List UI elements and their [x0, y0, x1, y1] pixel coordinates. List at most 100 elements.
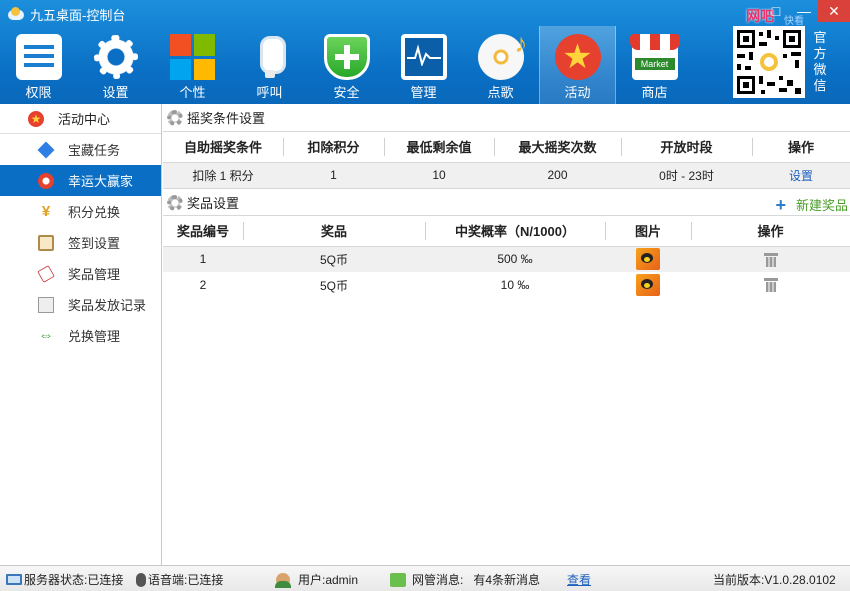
gear-icon: [167, 110, 183, 126]
sidebar-header-label: 活动中心: [58, 112, 111, 127]
voice-status: 语音端:已连接: [136, 571, 223, 588]
condition-cell: 扣除 1 积分: [163, 162, 283, 188]
qq-coin-image-icon: [636, 248, 660, 271]
column-header: 操作: [752, 132, 850, 163]
prize-probability-cell: 10 ‰: [500, 278, 530, 292]
toolbar-label: 管理: [410, 85, 437, 100]
user-status: 用户:admin: [275, 571, 359, 588]
close-button[interactable]: ✕: [818, 0, 850, 22]
column-header: 奖品编号: [163, 216, 243, 247]
message-icon: [390, 572, 406, 587]
sidebar-item-prize-management[interactable]: 奖品管理: [0, 258, 161, 289]
toolbar-label: 呼叫: [256, 85, 283, 100]
prizes-table: 奖品编号 奖品 中奖概率（N/1000） 图片 操作 1 5Q币 500 ‰ 2…: [163, 216, 850, 298]
sidebar-item-points-exchange[interactable]: ¥ 积分兑换: [0, 196, 161, 227]
sidebar-item-label: 宝藏任务: [68, 143, 121, 158]
prize-image-cell: [605, 246, 691, 272]
settings-link[interactable]: 设置: [789, 169, 813, 183]
admin-messages: 网管消息: 有4条新消息: [390, 571, 540, 588]
column-header: 开放时段: [621, 132, 752, 163]
music-disc-icon: [477, 28, 528, 80]
sidebar-item-prize-records[interactable]: 奖品发放记录: [0, 289, 161, 320]
user-icon: [275, 572, 291, 588]
voice-status-text: 语音端:已连接: [148, 573, 224, 587]
lucky-wheel-icon: [38, 173, 54, 189]
toolbar-personalize[interactable]: 个性: [154, 26, 231, 104]
tag-icon: [37, 265, 55, 283]
max-draws-cell: 200: [494, 162, 621, 188]
user-status-text: 用户:admin: [298, 573, 359, 587]
messages-label: 网管消息:: [412, 573, 464, 587]
window-title: 九五桌面-控制台: [30, 7, 126, 23]
table-row: 扣除 1 积分 1 10 200 0时 - 23时 设置: [163, 162, 850, 188]
server-status: 服务器状态:已连接: [6, 571, 123, 588]
column-header: 最低剩余值: [384, 132, 494, 163]
gear-icon: [92, 34, 139, 80]
column-header: 图片: [605, 216, 691, 247]
trash-icon[interactable]: [763, 252, 778, 267]
monitor-icon: [6, 574, 22, 585]
section-title: 奖品设置: [187, 195, 240, 211]
new-prize-label: 新建奖品: [795, 198, 848, 213]
main-toolbar: 权限 设置 个性 呼叫 安全 管理 点歌: [0, 26, 693, 104]
trash-icon[interactable]: [763, 278, 778, 293]
version-text: 当前版本:V1.0.28.0102: [713, 573, 836, 587]
clipboard-icon: [38, 235, 54, 251]
microphone-icon: [247, 34, 293, 80]
toolbar-permission[interactable]: 权限: [0, 26, 77, 104]
table-row[interactable]: 1 5Q币 500 ‰: [163, 246, 850, 272]
sidebar-item-label: 签到设置: [68, 236, 121, 251]
star-badge-icon: ★: [554, 34, 601, 80]
shield-icon: [323, 34, 370, 80]
toolbar-manage[interactable]: 管理: [385, 26, 462, 104]
toolbar-security[interactable]: 安全: [308, 26, 385, 104]
toolbar-label: 个性: [179, 85, 206, 100]
column-header: 自助摇奖条件: [163, 132, 283, 163]
official-wechat-label: 官方微信: [813, 30, 827, 93]
server-status-text: 服务器状态:已连接: [24, 573, 124, 587]
view-messages-link[interactable]: 查看: [567, 571, 591, 588]
minimize-button[interactable]: —: [790, 0, 818, 22]
sidebar-item-exchange-management[interactable]: ⇔ 兑换管理: [0, 320, 161, 351]
monitor-icon: [400, 34, 447, 80]
toolbar-label: 权限: [25, 85, 52, 100]
top-bar: 九五桌面-控制台 网吧 快看 □ — ✕ 权限 设置 个性 呼叫 安全 管理 ♪…: [0, 0, 850, 104]
sidebar-item-checkin-settings[interactable]: 签到设置: [0, 227, 161, 258]
toolbar-label: 活动: [564, 85, 591, 100]
action-cell: [691, 246, 850, 272]
sidebar: ★ 活动中心 宝藏任务 幸运大赢家 ¥ 积分兑换 签到设置 奖品管理 奖品发放记…: [0, 104, 162, 565]
wechat-qr-code: [733, 26, 805, 98]
microphone-icon: [136, 572, 146, 587]
toolbar-store[interactable]: Market 商店: [616, 26, 693, 104]
version-info: 当前版本:V1.0.28.0102: [713, 571, 836, 588]
table-row[interactable]: 2 5Q币 10 ‰: [163, 272, 850, 298]
window-controls: □ — ✕: [762, 0, 850, 22]
market-icon: Market: [629, 34, 680, 80]
table-header-row: 自助摇奖条件 扣除积分 最低剩余值 最大摇奖次数 开放时段 操作: [163, 132, 850, 163]
main-content: 摇奖条件设置 自助摇奖条件 扣除积分 最低剩余值 最大摇奖次数 开放时段 操作 …: [163, 104, 850, 565]
sidebar-item-label: 奖品发放记录: [68, 298, 147, 313]
sidebar-header: ★ 活动中心: [0, 104, 161, 134]
draw-conditions-table: 自助摇奖条件 扣除积分 最低剩余值 最大摇奖次数 开放时段 操作 扣除 1 积分…: [163, 132, 850, 188]
toolbar-songs[interactable]: 点歌: [462, 26, 539, 104]
maximize-button[interactable]: □: [762, 0, 790, 22]
sidebar-item-label: 兑换管理: [68, 329, 121, 344]
toolbar-label: 点歌: [487, 85, 514, 100]
app-logo-icon: [8, 7, 26, 21]
toolbar-activities[interactable]: ★ 活动: [539, 26, 616, 104]
diamond-icon: [37, 141, 55, 159]
new-prize-button[interactable]: + 新建奖品: [775, 195, 848, 214]
column-header: 操作: [691, 216, 850, 247]
prize-image-cell: [605, 272, 691, 298]
column-header: 扣除积分: [283, 132, 384, 163]
sidebar-item-lucky-winner[interactable]: 幸运大赢家: [0, 165, 161, 196]
window-title-bar: 九五桌面-控制台: [8, 5, 125, 23]
prize-probability-cell: 500 ‰: [425, 246, 605, 272]
sidebar-item-treasure-tasks[interactable]: 宝藏任务: [0, 134, 161, 165]
sidebar-item-label: 奖品管理: [68, 267, 121, 282]
plus-icon: +: [775, 194, 786, 215]
qq-coin-image-icon: [636, 274, 660, 296]
toolbar-settings[interactable]: 设置: [77, 26, 154, 104]
column-header: 中奖概率（N/1000）: [425, 216, 605, 247]
toolbar-call[interactable]: 呼叫: [231, 26, 308, 104]
